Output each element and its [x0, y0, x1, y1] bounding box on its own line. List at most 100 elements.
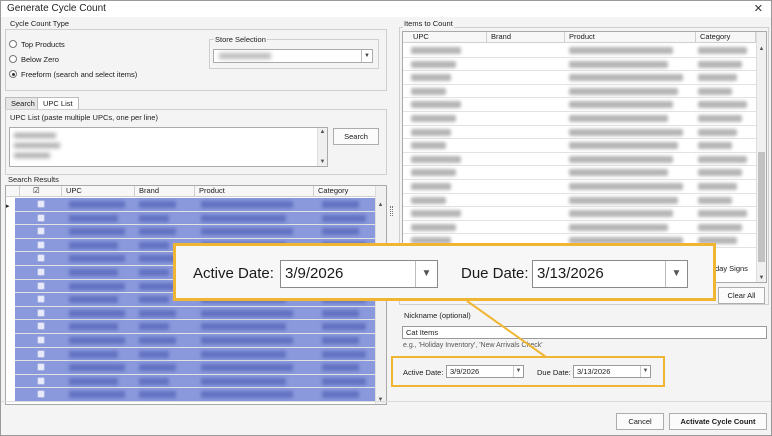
chevron-down-icon[interactable]: ▼ — [513, 366, 523, 377]
nickname-hint: e.g., 'Holiday Inventory', 'New Arrivals… — [403, 342, 543, 349]
table-row[interactable] — [15, 211, 377, 226]
table-row[interactable] — [15, 320, 377, 334]
table-cell — [569, 47, 673, 54]
table-cell — [569, 115, 668, 122]
search-button[interactable]: Search — [333, 128, 379, 145]
table-cell — [411, 115, 456, 122]
list-item[interactable] — [403, 85, 757, 99]
clear-all-button[interactable]: Clear All — [718, 287, 765, 304]
radio-freeform[interactable]: Freeform (search and select items) — [9, 69, 137, 79]
chevron-down-icon[interactable]: ▼ — [665, 261, 687, 287]
column-header-product[interactable]: Product — [565, 32, 696, 43]
table-cell — [698, 142, 732, 150]
row-checkbox[interactable] — [37, 390, 45, 399]
row-checkbox[interactable] — [37, 295, 45, 304]
row-checkbox[interactable] — [37, 200, 45, 208]
table-cell — [69, 282, 125, 290]
row-checkbox[interactable] — [37, 281, 45, 290]
radio-top-products[interactable]: Top Products — [9, 39, 65, 49]
table-cell — [69, 377, 118, 385]
scroll-down-icon[interactable]: ▼ — [757, 275, 766, 281]
due-date-value: 3/13/2026 — [577, 367, 611, 376]
radio-circle-selected[interactable] — [9, 70, 17, 78]
column-header-category[interactable]: Category — [314, 186, 377, 197]
row-checkbox[interactable] — [37, 336, 45, 344]
radio-below-zero[interactable]: Below Zero — [9, 54, 59, 64]
table-row[interactable] — [15, 225, 377, 239]
zoomed-dates-callout: Active Date: 3/9/2026 ▼ Due Date: 3/13/2… — [173, 243, 716, 301]
row-checkbox[interactable] — [37, 213, 45, 222]
column-header-upc[interactable]: UPC — [403, 32, 487, 43]
scroll-down-icon[interactable]: ▼ — [376, 397, 385, 403]
nickname-input[interactable]: Cat Items — [402, 326, 767, 339]
list-item[interactable] — [403, 207, 757, 221]
row-checkbox[interactable] — [37, 363, 45, 372]
list-item[interactable] — [403, 98, 757, 112]
list-item[interactable] — [403, 221, 757, 235]
callout-active-date-picker[interactable]: 3/9/2026 ▼ — [280, 260, 438, 288]
table-row[interactable] — [15, 374, 377, 389]
close-icon[interactable]: ✕ — [754, 2, 763, 15]
list-item[interactable] — [403, 153, 757, 167]
list-item[interactable] — [403, 112, 757, 126]
column-header-category[interactable]: Category — [696, 32, 756, 43]
table-row[interactable] — [15, 306, 377, 321]
table-row[interactable] — [15, 361, 377, 375]
list-item[interactable] — [403, 71, 757, 85]
list-item[interactable] — [403, 180, 757, 194]
scroll-up-icon[interactable]: ▲ — [757, 46, 766, 52]
list-item[interactable] — [403, 126, 757, 140]
list-item[interactable] — [403, 139, 757, 153]
list-item[interactable] — [403, 44, 757, 58]
splitter-grip[interactable] — [390, 206, 393, 216]
items-scrollbar[interactable]: ▲ ▼ — [756, 32, 766, 282]
cancel-button[interactable]: Cancel — [616, 413, 664, 430]
activate-cycle-count-button[interactable]: Activate Cycle Count — [669, 413, 767, 430]
table-row[interactable] — [15, 388, 377, 402]
table-cell — [322, 391, 359, 399]
list-item[interactable] — [403, 58, 757, 72]
row-checkbox[interactable] — [37, 240, 45, 249]
chevron-down-icon[interactable]: ▼ — [415, 261, 437, 287]
callout-due-date-picker[interactable]: 3/13/2026 ▼ — [532, 260, 688, 288]
active-date-picker[interactable]: 3/9/2026 ▼ — [446, 365, 524, 378]
column-header-product[interactable]: Product — [195, 186, 314, 197]
list-item[interactable] — [403, 194, 757, 208]
radio-circle[interactable] — [9, 40, 17, 48]
upc-list-textarea[interactable]: ▲ ▼ — [9, 127, 328, 167]
table-row[interactable] — [15, 198, 377, 212]
table-cell — [139, 269, 169, 276]
upc-text-line — [14, 143, 60, 148]
scroll-up-icon[interactable]: ▲ — [376, 202, 385, 208]
scroll-up-icon[interactable]: ▲ — [318, 129, 327, 135]
footer-divider — [1, 401, 771, 402]
list-item[interactable] — [403, 166, 757, 180]
column-header-brand[interactable]: Brand — [487, 32, 565, 43]
row-checkbox[interactable] — [37, 376, 45, 385]
table-cell — [201, 309, 293, 317]
store-select[interactable]: ▼ — [213, 49, 373, 63]
row-checkbox[interactable] — [37, 308, 45, 317]
select-all-checkbox-header[interactable]: ☑ — [20, 186, 62, 197]
table-row[interactable] — [15, 347, 377, 362]
row-checkbox[interactable] — [37, 322, 45, 331]
radio-circle[interactable] — [9, 55, 17, 63]
chevron-down-icon[interactable]: ▼ — [361, 50, 372, 62]
textarea-scrollbar[interactable]: ▲ ▼ — [317, 128, 327, 166]
table-row[interactable] — [15, 334, 377, 348]
row-checkbox[interactable] — [37, 268, 45, 276]
items-to-count-label: Items to Count — [403, 19, 454, 28]
row-checkbox[interactable] — [37, 254, 45, 263]
table-cell — [69, 241, 118, 249]
column-header-upc[interactable]: UPC — [62, 186, 135, 197]
store-select-value — [219, 53, 271, 59]
scroll-thumb[interactable] — [758, 152, 765, 262]
callout-active-date-label: Active Date: — [193, 265, 274, 282]
row-checkbox[interactable] — [37, 349, 45, 358]
column-header-brand[interactable]: Brand — [135, 186, 195, 197]
row-checkbox[interactable] — [37, 227, 45, 236]
table-cell — [411, 74, 451, 82]
chevron-down-icon[interactable]: ▼ — [640, 366, 650, 377]
due-date-picker[interactable]: 3/13/2026 ▼ — [573, 365, 651, 378]
scroll-down-icon[interactable]: ▼ — [318, 159, 327, 165]
